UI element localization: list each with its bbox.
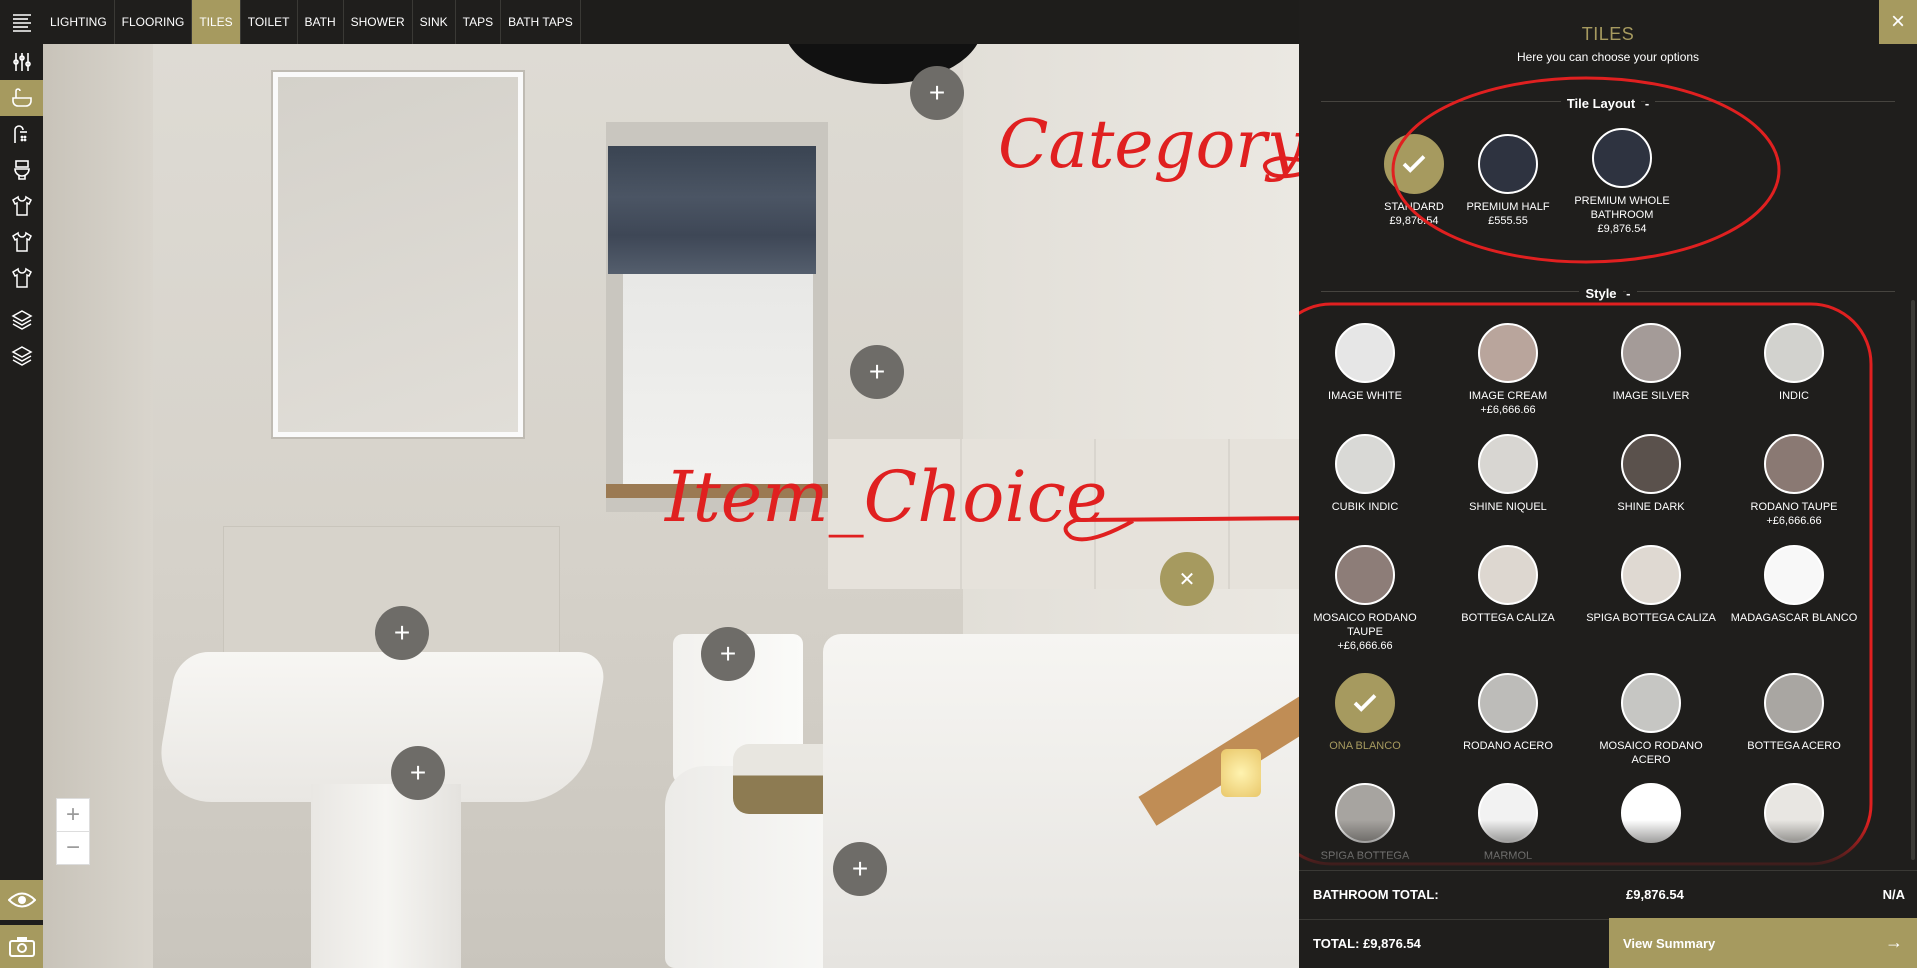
shirt-icon[interactable] <box>0 260 43 296</box>
tab-flooring[interactable]: FLOORING <box>115 0 193 44</box>
category-tabs: LIGHTING FLOORING TILES TOILET BATH SHOW… <box>43 0 581 44</box>
left-rail <box>0 0 43 968</box>
bathroom-total-row: BATHROOM TOTAL: £9,876.54 N/A <box>1299 870 1917 920</box>
tab-sink[interactable]: SINK <box>413 0 456 44</box>
bathroom-total-label: BATHROOM TOTAL: <box>1313 887 1439 902</box>
item-choice-outline <box>1299 302 1873 866</box>
footer: TOTAL: £9,876.54 View Summary → <box>1299 918 1917 968</box>
camera-icon[interactable] <box>0 925 43 968</box>
menu-icon[interactable] <box>0 4 43 40</box>
tab-bath-taps[interactable]: BATH TAPS <box>501 0 581 44</box>
options-panel: × TILES Here you can choose your options… <box>1299 0 1917 968</box>
shower-icon[interactable] <box>0 116 43 152</box>
category-outline <box>1391 76 1781 264</box>
grid-fade <box>1299 820 1917 870</box>
grand-total: TOTAL: £9,876.54 <box>1313 936 1421 951</box>
bathroom-3d-view[interactable]: + + + + + + ✕ + − Category Item_Choice <box>43 44 1299 968</box>
eye-icon[interactable] <box>0 880 43 920</box>
scrollbar[interactable] <box>1911 300 1915 860</box>
view-summary-label: View Summary <box>1623 936 1716 951</box>
tab-toilet[interactable]: TOILET <box>241 0 298 44</box>
view-summary-button[interactable]: View Summary → <box>1609 918 1917 968</box>
bath-icon[interactable] <box>0 80 43 116</box>
bathroom-total-value: £9,876.54 <box>1626 887 1684 902</box>
shirt-icon[interactable] <box>0 188 43 224</box>
tab-taps[interactable]: TAPS <box>456 0 502 44</box>
tab-bath[interactable]: BATH <box>298 0 344 44</box>
tab-tiles[interactable]: TILES <box>192 0 241 44</box>
toilet-icon[interactable] <box>0 152 43 188</box>
arrow-right-icon: → <box>1885 932 1903 952</box>
na-label: N/A <box>1882 887 1905 902</box>
cutlery-icon[interactable] <box>0 44 43 80</box>
annotation-outlines <box>1299 76 1873 866</box>
style-options-grid: IMAGE WHITE IMAGE CREAM +£6,666.66 IMAGE SI… <box>1299 0 1917 870</box>
layers-icon[interactable] <box>0 302 43 338</box>
annotation-arrows <box>1063 156 1299 542</box>
tab-shower[interactable]: SHOWER <box>344 0 413 44</box>
layers-icon[interactable] <box>0 338 43 374</box>
shirt-icon[interactable] <box>0 224 43 260</box>
tab-lighting[interactable]: LIGHTING <box>43 0 115 44</box>
